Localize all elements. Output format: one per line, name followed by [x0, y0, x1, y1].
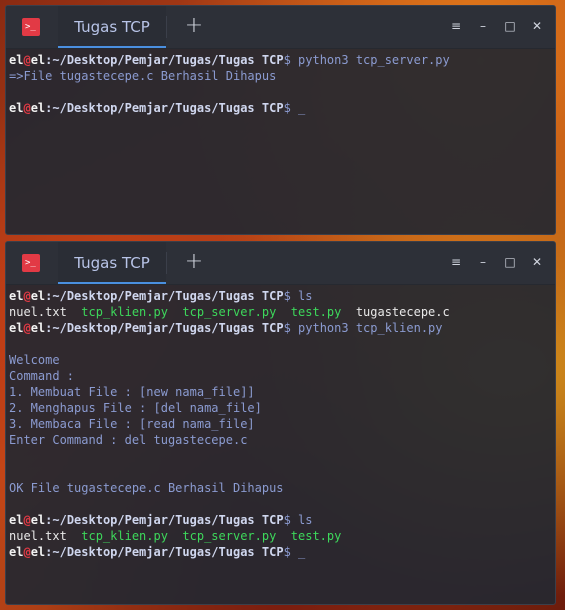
- terminal-icon: >_: [22, 18, 40, 36]
- terminal-icon: >_: [22, 254, 40, 272]
- output-line: Welcome: [9, 352, 552, 368]
- command-text: _: [298, 545, 306, 559]
- prompt-path: :~/Desktop/Pemjar/Tugas/Tugas TCP: [45, 101, 284, 115]
- output-line: OK File tugastecepe.c Berhasil Dihapus: [9, 480, 552, 496]
- prompt-at: @: [23, 53, 31, 67]
- prompt-dollar: $: [283, 545, 299, 559]
- plus-icon[interactable]: +: [182, 251, 206, 275]
- command-text: _: [298, 101, 306, 115]
- output-text: 2. Menghapus File : [del nama_file]: [9, 401, 262, 415]
- prompt-path: :~/Desktop/Pemjar/Tugas/Tugas TCP: [45, 321, 284, 335]
- prompt-host: el: [30, 101, 46, 115]
- tab-separator: [166, 16, 167, 38]
- prompt-user: el: [9, 545, 24, 559]
- output-line: 1. Membuat File : [new nama_file]]: [9, 384, 552, 400]
- file-item: nuel.txt: [9, 529, 67, 543]
- tab-tugas-tcp[interactable]: Tugas TCP: [58, 6, 166, 48]
- tab-tugas-tcp[interactable]: Tugas TCP: [58, 242, 166, 284]
- command-text: python3 tcp_klien.py: [298, 321, 443, 335]
- minimize-icon[interactable]: –: [476, 255, 490, 269]
- close-icon[interactable]: ✕: [530, 19, 544, 33]
- file-item: tcp_klien.py: [81, 529, 168, 543]
- file-list: nuel.txt tcp_klien.py tcp_server.py test…: [9, 304, 552, 320]
- maximize-icon[interactable]: □: [503, 255, 517, 269]
- output-line: Enter Command : del tugastecepe.c: [9, 432, 552, 448]
- output-text: Welcome: [9, 353, 60, 367]
- file-list: nuel.txt tcp_klien.py tcp_server.py test…: [9, 528, 552, 544]
- prompt-dollar: $: [283, 289, 299, 303]
- prompt-host: el: [30, 545, 46, 559]
- prompt-line: el@el:~/Desktop/Pemjar/Tugas/Tugas TCP$ …: [9, 544, 552, 560]
- output-text: Command :: [9, 369, 75, 383]
- file-item: tcp_server.py: [182, 529, 277, 543]
- file-item: tcp_klien.py: [81, 305, 168, 319]
- prompt-path: :~/Desktop/Pemjar/Tugas/Tugas TCP: [45, 289, 284, 303]
- prompt-at: @: [23, 321, 31, 335]
- prompt-line: el@el:~/Desktop/Pemjar/Tugas/Tugas TCP$ …: [9, 100, 552, 116]
- output-text: OK File tugastecepe.c Berhasil Dihapus: [9, 481, 284, 495]
- file-item: tugastecepe.c: [355, 305, 450, 319]
- terminal-output[interactable]: el@el:~/Desktop/Pemjar/Tugas/Tugas TCP$ …: [6, 49, 555, 116]
- maximize-icon[interactable]: □: [503, 19, 517, 33]
- prompt-line: el@el:~/Desktop/Pemjar/Tugas/Tugas TCP$ …: [9, 320, 552, 336]
- file-item: nuel.txt: [9, 305, 67, 319]
- prompt-host: el: [30, 513, 46, 527]
- titlebar[interactable]: >_ Tugas TCP + ≡ – □ ✕: [6, 242, 555, 285]
- prompt-user: el: [9, 53, 24, 67]
- prompt-path: :~/Desktop/Pemjar/Tugas/Tugas TCP: [45, 53, 284, 67]
- hamburger-icon[interactable]: ≡: [449, 255, 463, 269]
- output-line: =>File tugastecepe.c Berhasil Dihapus: [9, 68, 552, 84]
- prompt-at: @: [23, 513, 31, 527]
- file-item: tcp_server.py: [182, 305, 277, 319]
- output-text: =>File tugastecepe.c Berhasil Dihapus: [9, 69, 277, 83]
- output-text: 1. Membuat File : [new nama_file]]: [9, 385, 255, 399]
- hamburger-icon[interactable]: ≡: [449, 19, 463, 33]
- output-line: 2. Menghapus File : [del nama_file]: [9, 400, 552, 416]
- prompt-dollar: $: [283, 101, 299, 115]
- prompt-line: el@el:~/Desktop/Pemjar/Tugas/Tugas TCP$ …: [9, 52, 552, 68]
- prompt-host: el: [30, 321, 46, 335]
- output-line: Command :: [9, 368, 552, 384]
- prompt-user: el: [9, 513, 24, 527]
- titlebar[interactable]: >_ Tugas TCP + ≡ – □ ✕: [6, 6, 555, 49]
- prompt-dollar: $: [283, 321, 299, 335]
- prompt-dollar: $: [283, 53, 299, 67]
- prompt-dollar: $: [283, 513, 299, 527]
- prompt-host: el: [30, 53, 46, 67]
- minimize-icon[interactable]: –: [476, 19, 490, 33]
- prompt-host: el: [30, 289, 46, 303]
- output-line: 3. Membaca File : [read nama_file]: [9, 416, 552, 432]
- prompt-path: :~/Desktop/Pemjar/Tugas/Tugas TCP: [45, 545, 284, 559]
- command-text: ls: [298, 513, 313, 527]
- prompt-user: el: [9, 289, 24, 303]
- terminal-output[interactable]: el@el:~/Desktop/Pemjar/Tugas/Tugas TCP$ …: [6, 285, 555, 560]
- terminal-window-bottom[interactable]: >_ Tugas TCP + ≡ – □ ✕ el@el:~/Desktop/P…: [5, 241, 556, 605]
- prompt-path: :~/Desktop/Pemjar/Tugas/Tugas TCP: [45, 513, 284, 527]
- prompt-at: @: [23, 101, 31, 115]
- plus-icon[interactable]: +: [182, 15, 206, 39]
- prompt-at: @: [23, 545, 31, 559]
- prompt-user: el: [9, 101, 24, 115]
- prompt-at: @: [23, 289, 31, 303]
- file-item: test.py: [290, 305, 342, 319]
- command-text: ls: [298, 289, 313, 303]
- close-icon[interactable]: ✕: [530, 255, 544, 269]
- output-text: 3. Membaca File : [read nama_file]: [9, 417, 255, 431]
- prompt-line: el@el:~/Desktop/Pemjar/Tugas/Tugas TCP$ …: [9, 288, 552, 304]
- command-text: python3 tcp_server.py: [298, 53, 450, 67]
- prompt-line: el@el:~/Desktop/Pemjar/Tugas/Tugas TCP$ …: [9, 512, 552, 528]
- terminal-window-top[interactable]: >_ Tugas TCP + ≡ – □ ✕ el@el:~/Desktop/P…: [5, 5, 556, 235]
- output-text: Enter Command : del tugastecepe.c: [9, 433, 248, 447]
- file-item: test.py: [290, 529, 342, 543]
- tab-separator: [166, 252, 167, 274]
- prompt-user: el: [9, 321, 24, 335]
